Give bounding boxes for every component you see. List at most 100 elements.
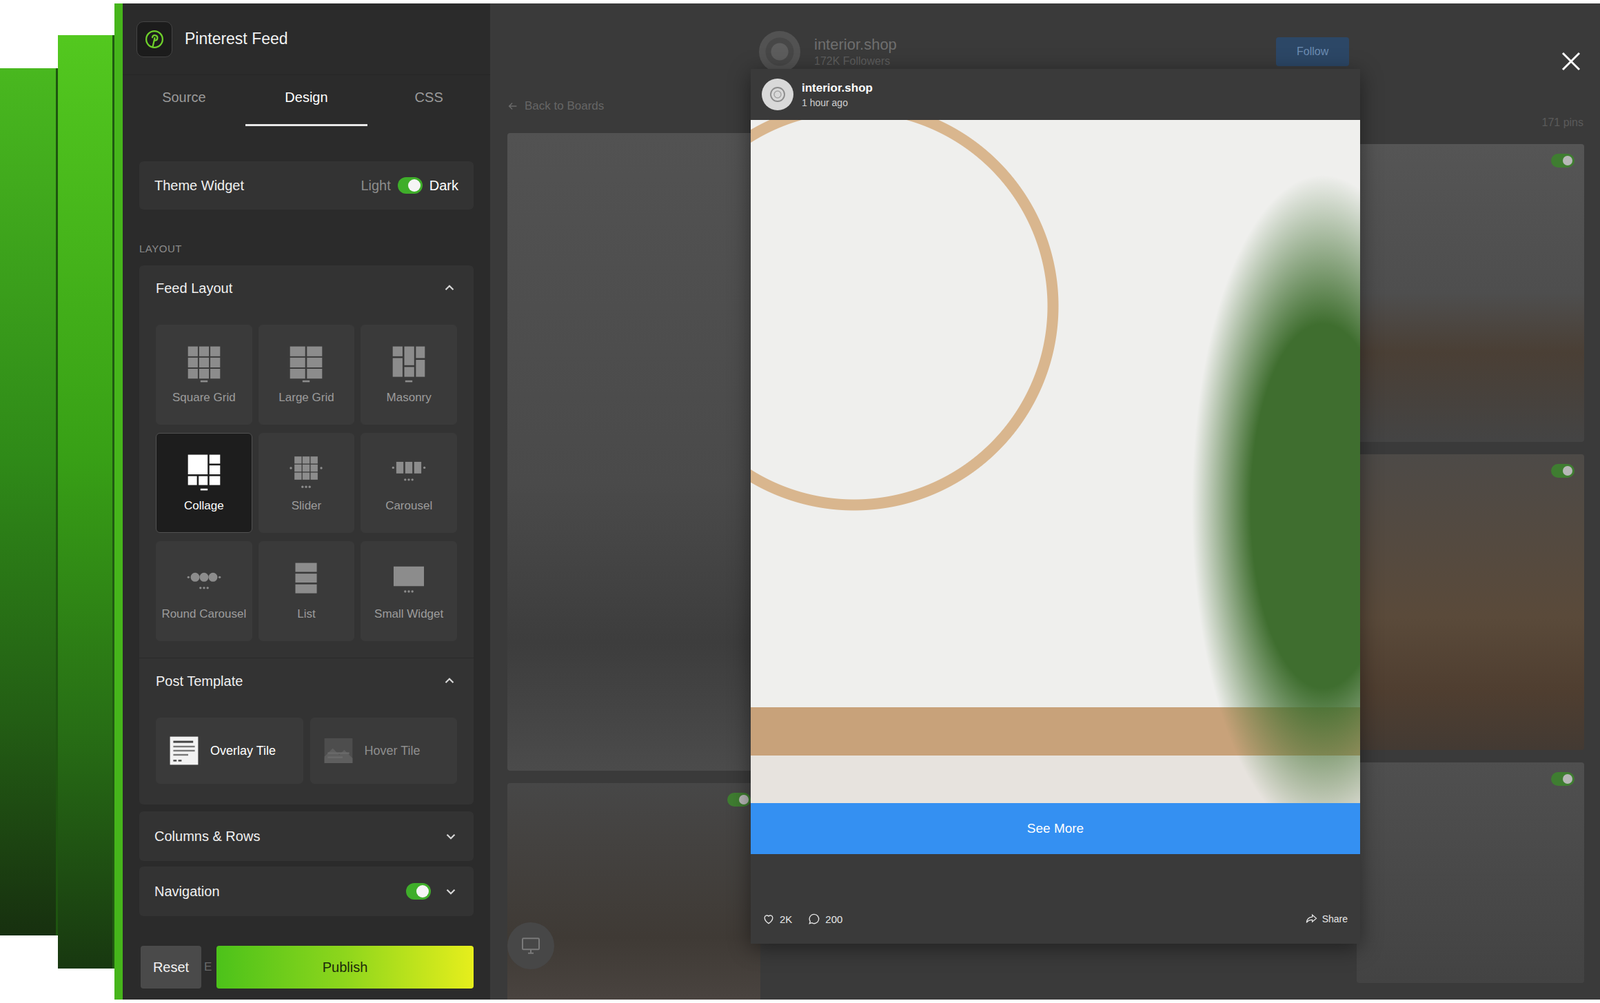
pin-visibility-switch[interactable]: [1551, 153, 1575, 168]
collage-layout-icon: [186, 452, 222, 493]
slider-layout-icon: [288, 452, 324, 493]
layout-option-label: Round Carousel: [161, 607, 247, 622]
chevron-icon[interactable]: [443, 828, 459, 844]
post-footer: 2K 200 Share: [750, 854, 1361, 944]
comments[interactable]: 200: [807, 912, 843, 926]
pin-visibility-switch[interactable]: [1551, 772, 1575, 786]
screen: Pinterest FeedSourceDesignCSS Theme Widge…: [0, 0, 1600, 1003]
pin-tile[interactable]: [507, 783, 761, 1000]
theme-switch[interactable]: [397, 177, 423, 194]
middle-slab: [57, 35, 115, 969]
likes[interactable]: 2K: [761, 912, 793, 926]
section-label: LAYOUT: [139, 242, 474, 255]
pin-tile[interactable]: [507, 133, 761, 771]
profile-avatar-icon: [758, 31, 801, 73]
layout-option[interactable]: Carousel: [360, 432, 458, 533]
theme-label: Theme Widget: [154, 177, 245, 194]
post-header: interior.shop1 hour ago: [750, 68, 1361, 120]
overlay-tile-icon: [167, 734, 201, 768]
feed-layout-header[interactable]: Feed Layout: [155, 265, 458, 311]
chevron-icon[interactable]: [441, 673, 458, 689]
monitor-icon: [519, 934, 542, 957]
pin-tile[interactable]: [1356, 144, 1585, 442]
hidden-button-label: E: [204, 960, 214, 975]
sidebar-header: Pinterest Feed: [122, 3, 491, 76]
share-icon: [1304, 912, 1319, 926]
share-button[interactable]: Share: [1304, 912, 1348, 926]
layout-option[interactable]: Collage: [155, 432, 253, 533]
post-time: 1 hour ago: [801, 97, 873, 109]
reset-button[interactable]: Reset: [140, 945, 202, 989]
profile-header: interior.shop172K FollowersFollow: [490, 3, 1600, 80]
editor-window: Pinterest FeedSourceDesignCSS Theme Widge…: [114, 3, 1600, 1000]
layout-card: Feed Layout Square Grid Large Grid Masonry C…: [139, 265, 474, 805]
chevron-icon[interactable]: [443, 883, 459, 899]
template-option-label: Overlay Tile: [210, 743, 276, 759]
layout-option-label: Square Grid: [172, 390, 236, 405]
grid-layout-icon: [186, 344, 222, 384]
layout-option[interactable]: Masonry: [360, 324, 458, 425]
pinterest-logo-icon: [136, 21, 173, 58]
layout-options: Square Grid Large Grid Masonry Collage Slide…: [155, 310, 458, 658]
pin-visibility-switch[interactable]: [1551, 463, 1575, 478]
pin-tile[interactable]: [1356, 454, 1585, 751]
dark-label: Dark: [429, 177, 459, 194]
back-slab: [0, 68, 58, 936]
comment-icon: [807, 912, 822, 926]
tab[interactable]: CSS: [367, 75, 491, 127]
follow-button[interactable]: Follow: [1276, 37, 1350, 67]
publish-button[interactable]: Publish: [216, 945, 474, 989]
sidebar: Pinterest FeedSourceDesignCSS Theme Widge…: [122, 3, 491, 1000]
tab[interactable]: Design: [245, 75, 369, 127]
settings-panel: Theme WidgetLightDarkLAYOUTFeed LayoutSq…: [122, 126, 491, 917]
layout-option-label: Carousel: [385, 499, 433, 513]
device-toggle[interactable]: [507, 922, 555, 970]
layout-option[interactable]: Round Carousel: [155, 541, 253, 642]
gallery-column: [507, 133, 761, 1000]
pin-tile[interactable]: [1356, 762, 1585, 984]
hover-tile-icon: [321, 734, 356, 768]
post-photo[interactable]: [750, 119, 1361, 804]
post-author[interactable]: interior.shop: [801, 81, 873, 96]
layout-option[interactable]: Square Grid: [155, 324, 253, 425]
chevron-icon[interactable]: [441, 280, 458, 296]
layout-option[interactable]: List: [258, 541, 356, 642]
template-option[interactable]: Hover Tile: [310, 717, 458, 784]
light-label: Light: [360, 177, 391, 194]
layout-option-label: List: [297, 607, 316, 622]
widget-layout-icon: [390, 561, 427, 601]
close-icon[interactable]: [1560, 50, 1583, 73]
layout-option-label: Large Grid: [278, 390, 334, 405]
post-template-header[interactable]: Post Template: [155, 658, 458, 704]
layout-option[interactable]: Slider: [258, 432, 356, 533]
tab[interactable]: Source: [122, 75, 246, 127]
bottom-bar: ResetEPublish: [122, 945, 491, 1000]
theme-card: Theme Widget Light Dark: [139, 161, 474, 210]
template-option-label: Hover Tile: [364, 743, 421, 759]
large-layout-icon: [288, 344, 324, 384]
list-layout-icon: [288, 561, 324, 601]
pin-visibility-switch[interactable]: [727, 792, 751, 807]
heart-icon: [761, 912, 776, 926]
gallery-column: [1356, 133, 1585, 1000]
layout-option[interactable]: Large Grid: [258, 324, 356, 425]
arrow-left-icon: [506, 99, 520, 113]
navigation-switch[interactable]: [406, 883, 431, 900]
theme-switch-row: Light Dark: [360, 177, 459, 194]
preview-area: interior.shop172K FollowersFollowBack to…: [490, 3, 1600, 1000]
follower-count: 172K Followers: [814, 55, 939, 68]
layout-option[interactable]: Small Widget: [360, 541, 458, 642]
layout-option-label: Slider: [291, 499, 322, 513]
see-more-button[interactable]: See More: [750, 803, 1361, 855]
template-options: Overlay Tile Hover Tile: [155, 703, 458, 784]
template-option[interactable]: Overlay Tile: [155, 717, 304, 784]
round-layout-icon: [186, 561, 222, 601]
author-avatar-icon: [761, 78, 794, 111]
columns-rows-card[interactable]: Columns & Rows: [139, 811, 474, 862]
layout-option-label: Collage: [184, 499, 225, 513]
navigation-card[interactable]: Navigation: [139, 866, 474, 917]
post-popup: interior.shop1 hour ago See More 2K 200 Shar…: [750, 68, 1361, 944]
layout-option-label: Masonry: [386, 390, 432, 405]
layout-option-label: Small Widget: [374, 607, 444, 622]
tab-bar: SourceDesignCSS: [122, 75, 491, 127]
